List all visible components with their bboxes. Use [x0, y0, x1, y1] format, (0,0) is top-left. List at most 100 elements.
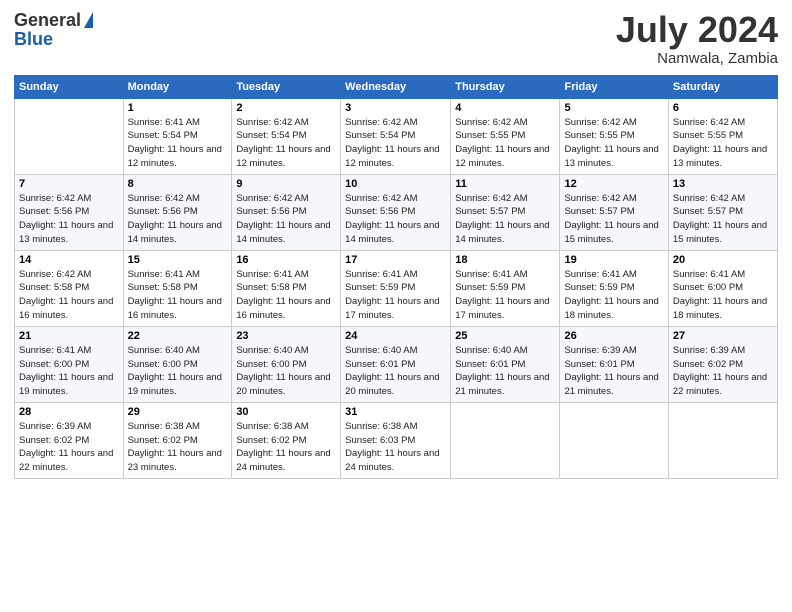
calendar-body: 1 Sunrise: 6:41 AM Sunset: 5:54 PM Daylig… — [15, 98, 778, 478]
calendar-cell: 23 Sunrise: 6:40 AM Sunset: 6:00 PM Dayli… — [232, 326, 341, 402]
day-info: Sunrise: 6:42 AM Sunset: 5:55 PM Dayligh… — [564, 116, 663, 171]
day-number: 22 — [128, 330, 228, 342]
header: General Blue July 2024 Namwala, Zambia — [14, 10, 778, 67]
day-info: Sunrise: 6:41 AM Sunset: 6:00 PM Dayligh… — [673, 268, 773, 323]
calendar-table: SundayMondayTuesdayWednesdayThursdayFrid… — [14, 75, 778, 479]
day-number: 7 — [19, 178, 119, 190]
month-title: July 2024 — [616, 10, 778, 50]
calendar-cell: 26Sunrise: 6:39 AM Sunset: 6:01 PM Dayli… — [560, 326, 668, 402]
weekday-header-cell: Monday — [123, 75, 232, 98]
calendar-cell: 5 Sunrise: 6:42 AM Sunset: 5:55 PM Daylig… — [560, 98, 668, 174]
day-number: 3 — [345, 102, 446, 114]
calendar-cell: 7 Sunrise: 6:42 AM Sunset: 5:56 PM Daylig… — [15, 174, 124, 250]
day-info: Sunrise: 6:42 AM Sunset: 5:56 PM Dayligh… — [236, 192, 336, 247]
day-number: 14 — [19, 254, 119, 266]
calendar-week-row: 28 Sunrise: 6:39 AM Sunset: 6:02 PM Dayli… — [15, 402, 778, 478]
logo-general: General — [14, 10, 81, 31]
day-number: 6 — [673, 102, 773, 114]
day-number: 23 — [236, 330, 336, 342]
day-info: Sunrise: 6:42 AM Sunset: 5:55 PM Dayligh… — [455, 116, 555, 171]
day-info: Sunrise: 6:42 AM Sunset: 5:57 PM Dayligh… — [673, 192, 773, 247]
day-info: Sunrise: 6:41 AM Sunset: 6:00 PM Dayligh… — [19, 344, 119, 399]
title-area: July 2024 Namwala, Zambia — [616, 10, 778, 67]
calendar-cell: 22 Sunrise: 6:40 AM Sunset: 6:00 PM Dayli… — [123, 326, 232, 402]
weekday-header-cell: Wednesday — [341, 75, 451, 98]
calendar-cell: 9 Sunrise: 6:42 AM Sunset: 5:56 PM Daylig… — [232, 174, 341, 250]
day-number: 13 — [673, 178, 773, 190]
calendar-cell: 2 Sunrise: 6:42 AM Sunset: 5:54 PM Daylig… — [232, 98, 341, 174]
day-number: 10 — [345, 178, 446, 190]
day-number: 2 — [236, 102, 336, 114]
day-number: 21 — [19, 330, 119, 342]
day-info: Sunrise: 6:41 AM Sunset: 5:54 PM Dayligh… — [128, 116, 228, 171]
day-info: Sunrise: 6:42 AM Sunset: 5:56 PM Dayligh… — [345, 192, 446, 247]
logo-blue-text: Blue — [14, 29, 93, 50]
day-number: 8 — [128, 178, 228, 190]
calendar-week-row: 1 Sunrise: 6:41 AM Sunset: 5:54 PM Daylig… — [15, 98, 778, 174]
day-number: 30 — [236, 406, 336, 418]
calendar-cell: 24 Sunrise: 6:40 AM Sunset: 6:01 PM Dayli… — [341, 326, 451, 402]
weekday-header-cell: Sunday — [15, 75, 124, 98]
calendar-cell: 15 Sunrise: 6:41 AM Sunset: 5:58 PM Dayli… — [123, 250, 232, 326]
day-info: Sunrise: 6:42 AM Sunset: 5:56 PM Dayligh… — [19, 192, 119, 247]
calendar-cell: 19Sunrise: 6:41 AM Sunset: 5:59 PM Dayli… — [560, 250, 668, 326]
day-info: Sunrise: 6:40 AM Sunset: 6:00 PM Dayligh… — [128, 344, 228, 399]
calendar-cell: 27 Sunrise: 6:39 AM Sunset: 6:02 PM Dayli… — [668, 326, 777, 402]
day-info: Sunrise: 6:41 AM Sunset: 5:59 PM Dayligh… — [455, 268, 555, 323]
day-info: Sunrise: 6:42 AM Sunset: 5:54 PM Dayligh… — [236, 116, 336, 171]
weekday-header-row: SundayMondayTuesdayWednesdayThursdayFrid… — [15, 75, 778, 98]
calendar-cell — [668, 402, 777, 478]
weekday-header-cell: Saturday — [668, 75, 777, 98]
page: General Blue July 2024 Namwala, Zambia S… — [0, 0, 792, 612]
day-info: Sunrise: 6:42 AM Sunset: 5:57 PM Dayligh… — [564, 192, 663, 247]
day-info: Sunrise: 6:40 AM Sunset: 6:01 PM Dayligh… — [345, 344, 446, 399]
day-info: Sunrise: 6:41 AM Sunset: 5:58 PM Dayligh… — [128, 268, 228, 323]
day-number: 9 — [236, 178, 336, 190]
day-number: 26 — [564, 330, 663, 342]
day-number: 16 — [236, 254, 336, 266]
calendar-cell: 31Sunrise: 6:38 AM Sunset: 6:03 PM Dayli… — [341, 402, 451, 478]
day-info: Sunrise: 6:41 AM Sunset: 5:59 PM Dayligh… — [345, 268, 446, 323]
weekday-header-cell: Thursday — [451, 75, 560, 98]
calendar-cell: 3 Sunrise: 6:42 AM Sunset: 5:54 PM Daylig… — [341, 98, 451, 174]
day-info: Sunrise: 6:38 AM Sunset: 6:02 PM Dayligh… — [128, 420, 228, 475]
day-info: Sunrise: 6:39 AM Sunset: 6:02 PM Dayligh… — [673, 344, 773, 399]
day-info: Sunrise: 6:38 AM Sunset: 6:03 PM Dayligh… — [345, 420, 446, 475]
day-info: Sunrise: 6:39 AM Sunset: 6:02 PM Dayligh… — [19, 420, 119, 475]
day-number: 1 — [128, 102, 228, 114]
day-number: 12 — [564, 178, 663, 190]
weekday-header-cell: Friday — [560, 75, 668, 98]
calendar-cell — [15, 98, 124, 174]
day-number: 20 — [673, 254, 773, 266]
day-number: 4 — [455, 102, 555, 114]
day-number: 24 — [345, 330, 446, 342]
day-info: Sunrise: 6:40 AM Sunset: 6:00 PM Dayligh… — [236, 344, 336, 399]
day-number: 17 — [345, 254, 446, 266]
day-number: 29 — [128, 406, 228, 418]
day-info: Sunrise: 6:38 AM Sunset: 6:02 PM Dayligh… — [236, 420, 336, 475]
day-number: 28 — [19, 406, 119, 418]
calendar-cell: 25Sunrise: 6:40 AM Sunset: 6:01 PM Dayli… — [451, 326, 560, 402]
calendar-cell — [560, 402, 668, 478]
day-number: 18 — [455, 254, 555, 266]
calendar-cell: 11 Sunrise: 6:42 AM Sunset: 5:57 PM Dayli… — [451, 174, 560, 250]
calendar-cell: 13 Sunrise: 6:42 AM Sunset: 5:57 PM Dayli… — [668, 174, 777, 250]
day-info: Sunrise: 6:42 AM Sunset: 5:58 PM Dayligh… — [19, 268, 119, 323]
day-info: Sunrise: 6:42 AM Sunset: 5:54 PM Dayligh… — [345, 116, 446, 171]
day-number: 11 — [455, 178, 555, 190]
day-info: Sunrise: 6:42 AM Sunset: 5:57 PM Dayligh… — [455, 192, 555, 247]
day-number: 19 — [564, 254, 663, 266]
day-number: 27 — [673, 330, 773, 342]
logo-text-block: General Blue — [14, 10, 93, 50]
day-info: Sunrise: 6:40 AM Sunset: 6:01 PM Dayligh… — [455, 344, 555, 399]
day-number: 15 — [128, 254, 228, 266]
calendar-cell: 28 Sunrise: 6:39 AM Sunset: 6:02 PM Dayli… — [15, 402, 124, 478]
day-info: Sunrise: 6:41 AM Sunset: 5:58 PM Dayligh… — [236, 268, 336, 323]
calendar-cell — [451, 402, 560, 478]
calendar-week-row: 21 Sunrise: 6:41 AM Sunset: 6:00 PM Dayli… — [15, 326, 778, 402]
calendar-cell: 1 Sunrise: 6:41 AM Sunset: 5:54 PM Daylig… — [123, 98, 232, 174]
day-number: 5 — [564, 102, 663, 114]
calendar-cell: 8Sunrise: 6:42 AM Sunset: 5:56 PM Daylig… — [123, 174, 232, 250]
calendar-week-row: 7 Sunrise: 6:42 AM Sunset: 5:56 PM Daylig… — [15, 174, 778, 250]
location-subtitle: Namwala, Zambia — [616, 50, 778, 67]
